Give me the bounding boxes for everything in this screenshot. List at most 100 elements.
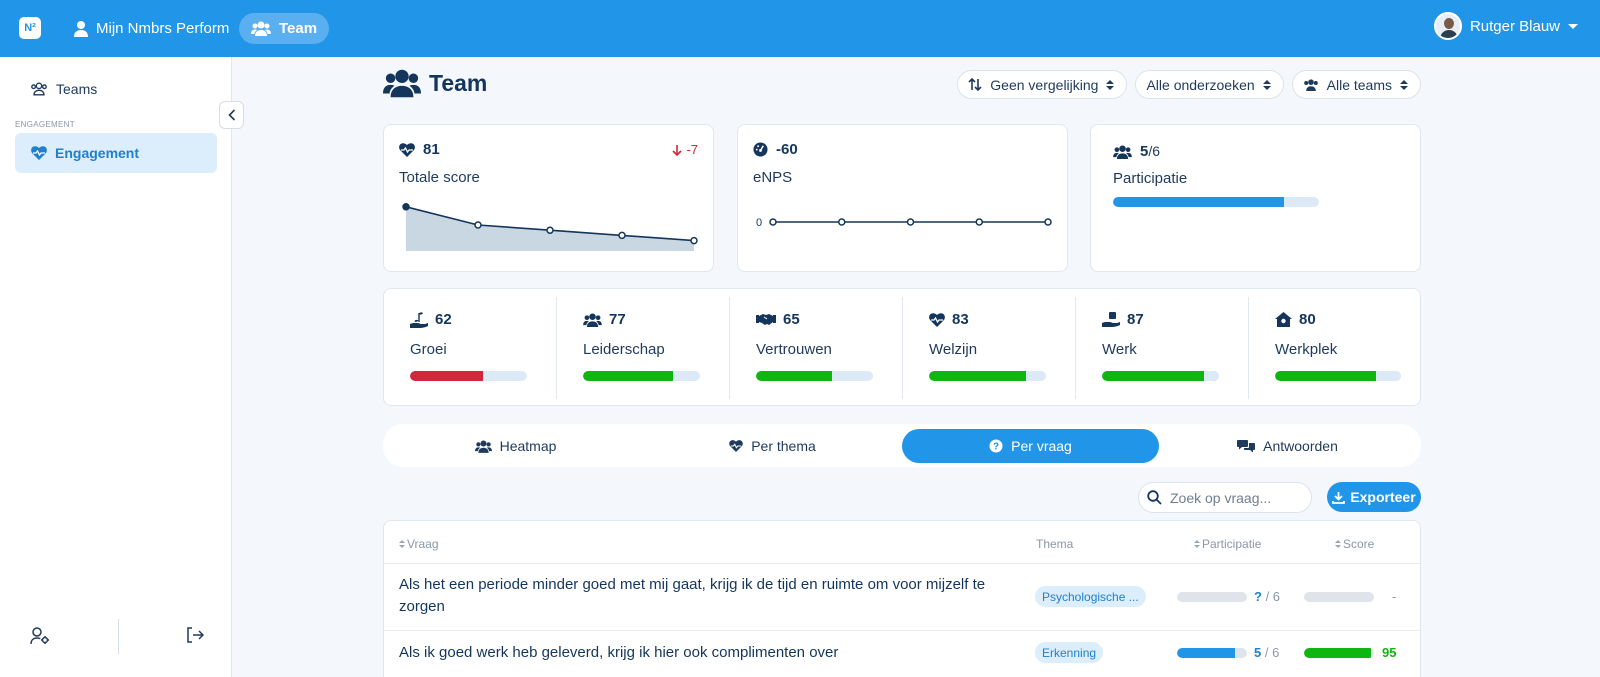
heart-pulse-icon <box>399 142 415 157</box>
tab-per-thema[interactable]: Per thema <box>644 429 901 463</box>
nmbrs-logo[interactable]: N² <box>19 17 41 39</box>
nav-team[interactable]: Team <box>239 13 330 44</box>
participation-value: ? <box>1254 589 1262 604</box>
table-row[interactable]: Als ik goed werk heb geleverd, krijg ik … <box>384 630 1420 677</box>
sidebar-item-engagement[interactable]: Engagement <box>15 133 217 173</box>
nav-mijn-nmbrs-perform[interactable]: Mijn Nmbrs Perform <box>62 13 241 44</box>
theme-score-bar <box>583 371 700 381</box>
participation-bar-fill <box>1113 197 1284 207</box>
kpi-number: -60 <box>776 141 798 158</box>
tab-antwoorden[interactable]: Antwoorden <box>1159 429 1416 463</box>
sidebar-item-teams[interactable]: Teams <box>30 81 97 97</box>
download-icon <box>1332 491 1346 504</box>
score-bar-fill <box>1304 648 1371 658</box>
theme-score-bar <box>410 371 527 381</box>
kpi-total: /6 <box>1148 143 1161 159</box>
theme-score-bar <box>1102 371 1219 381</box>
theme-badge: Erkenning <box>1035 642 1104 663</box>
axis-label: 0 <box>756 217 762 229</box>
theme-score-bar <box>756 371 873 381</box>
export-button[interactable]: Exporteer <box>1327 482 1421 512</box>
survey-select[interactable]: Alle onderzoeken <box>1135 70 1284 99</box>
enps-card[interactable]: -60 eNPS 0 <box>737 124 1068 272</box>
theme-score-value: 65 <box>783 311 800 328</box>
enps-sparkline: 0 <box>756 217 1052 229</box>
page-title: Team <box>383 68 487 98</box>
user-settings-icon[interactable] <box>30 627 50 645</box>
teams-select[interactable]: Alle teams <box>1291 70 1421 99</box>
search-icon <box>1147 490 1162 505</box>
participation-card[interactable]: 5/6 Participatie <box>1090 124 1421 272</box>
theme-werk[interactable]: 87 Werk <box>1076 289 1249 407</box>
participation-total: / 6 <box>1261 589 1281 604</box>
collapse-sidebar-button[interactable] <box>219 101 244 129</box>
sort-icon <box>399 540 405 548</box>
theme-score-value: 87 <box>1127 311 1144 328</box>
column-header-question[interactable]: Vraag <box>399 537 439 551</box>
theme-score: 77 <box>583 311 626 328</box>
user-menu[interactable]: Rutger Blauw <box>1433 12 1578 40</box>
theme-leiderschap[interactable]: 77 Leiderschap <box>557 289 730 407</box>
header-label: Vraag <box>407 537 439 551</box>
total-score-card[interactable]: 81 -7 Totale score <box>383 124 714 272</box>
sparkline-point <box>618 231 626 240</box>
heart-pulse-icon <box>929 312 945 327</box>
comparison-select[interactable]: Geen vergelijking <box>957 70 1128 99</box>
theme-welzijn[interactable]: 83 Welzijn <box>903 289 1076 407</box>
score-value: 95 <box>1382 645 1397 660</box>
divider <box>118 619 119 654</box>
theme-score-bar-fill <box>1102 371 1204 381</box>
tab-heatmap[interactable]: Heatmap <box>387 429 644 463</box>
column-header-participation[interactable]: Participatie <box>1194 537 1261 551</box>
theme-werkplek[interactable]: 80 Werkplek <box>1249 289 1422 407</box>
tab-label: Per vraag <box>1011 438 1072 454</box>
theme-label: Vertrouwen <box>756 341 832 358</box>
sort-icon <box>1335 540 1341 548</box>
sort-arrows-icon <box>968 78 982 91</box>
table-row[interactable]: Als het een periode minder goed met mij … <box>384 563 1420 630</box>
question-search[interactable]: Zoek op vraag... <box>1138 482 1312 513</box>
participation-count: ? / 6 <box>1254 589 1280 604</box>
tab-label: Heatmap <box>499 438 557 454</box>
sparkline-point <box>769 218 777 226</box>
user-name: Rutger Blauw <box>1469 17 1560 35</box>
house-icon <box>1275 312 1292 327</box>
sidebar-item-label: Engagement <box>55 145 140 161</box>
participation-bar <box>1177 592 1247 602</box>
filter-label: Alle teams <box>1326 76 1392 93</box>
users-icon <box>1113 144 1132 159</box>
score-bar <box>1304 648 1374 658</box>
nav-label: Mijn Nmbrs Perform <box>96 20 230 37</box>
logout-icon[interactable] <box>186 627 204 643</box>
sparkline-point <box>975 218 983 226</box>
tab-per-vraag[interactable]: ? Per vraag <box>902 429 1159 463</box>
growth-icon <box>410 311 428 328</box>
theme-groei[interactable]: 62 Groei <box>384 289 557 407</box>
total-score-sparkline <box>402 203 698 251</box>
theme-label: Groei <box>410 341 447 358</box>
select-caret-icon <box>1400 79 1408 90</box>
theme-score-bar-fill <box>583 371 674 381</box>
search-placeholder: Zoek op vraag... <box>1170 489 1272 506</box>
theme-score-value: 77 <box>609 311 626 328</box>
sparkline-point <box>838 218 846 226</box>
theme-vertrouwen[interactable]: 65 Vertrouwen <box>730 289 903 407</box>
theme-score-bar-fill <box>756 371 833 381</box>
svg-text:?: ? <box>993 442 999 453</box>
users-icon <box>251 21 271 36</box>
arrow-down-icon <box>672 144 683 156</box>
theme-score-bar <box>929 371 1046 381</box>
theme-score-value: 83 <box>952 311 969 328</box>
theme-score-bar-fill <box>1275 371 1376 381</box>
theme-score-bar-fill <box>929 371 1027 381</box>
page-title-text: Team <box>429 69 488 96</box>
user-icon <box>74 20 88 37</box>
delta-value: -7 <box>686 142 698 157</box>
score-delta: -7 <box>672 142 698 157</box>
score-value: - <box>1392 589 1397 604</box>
sidebar: Teams ENGAGEMENT Engagement <box>0 57 232 677</box>
column-header-score[interactable]: Score <box>1335 537 1374 551</box>
sidebar-item-label: Teams <box>56 81 98 97</box>
users-icon <box>474 440 492 453</box>
theme-score: 83 <box>929 311 969 328</box>
